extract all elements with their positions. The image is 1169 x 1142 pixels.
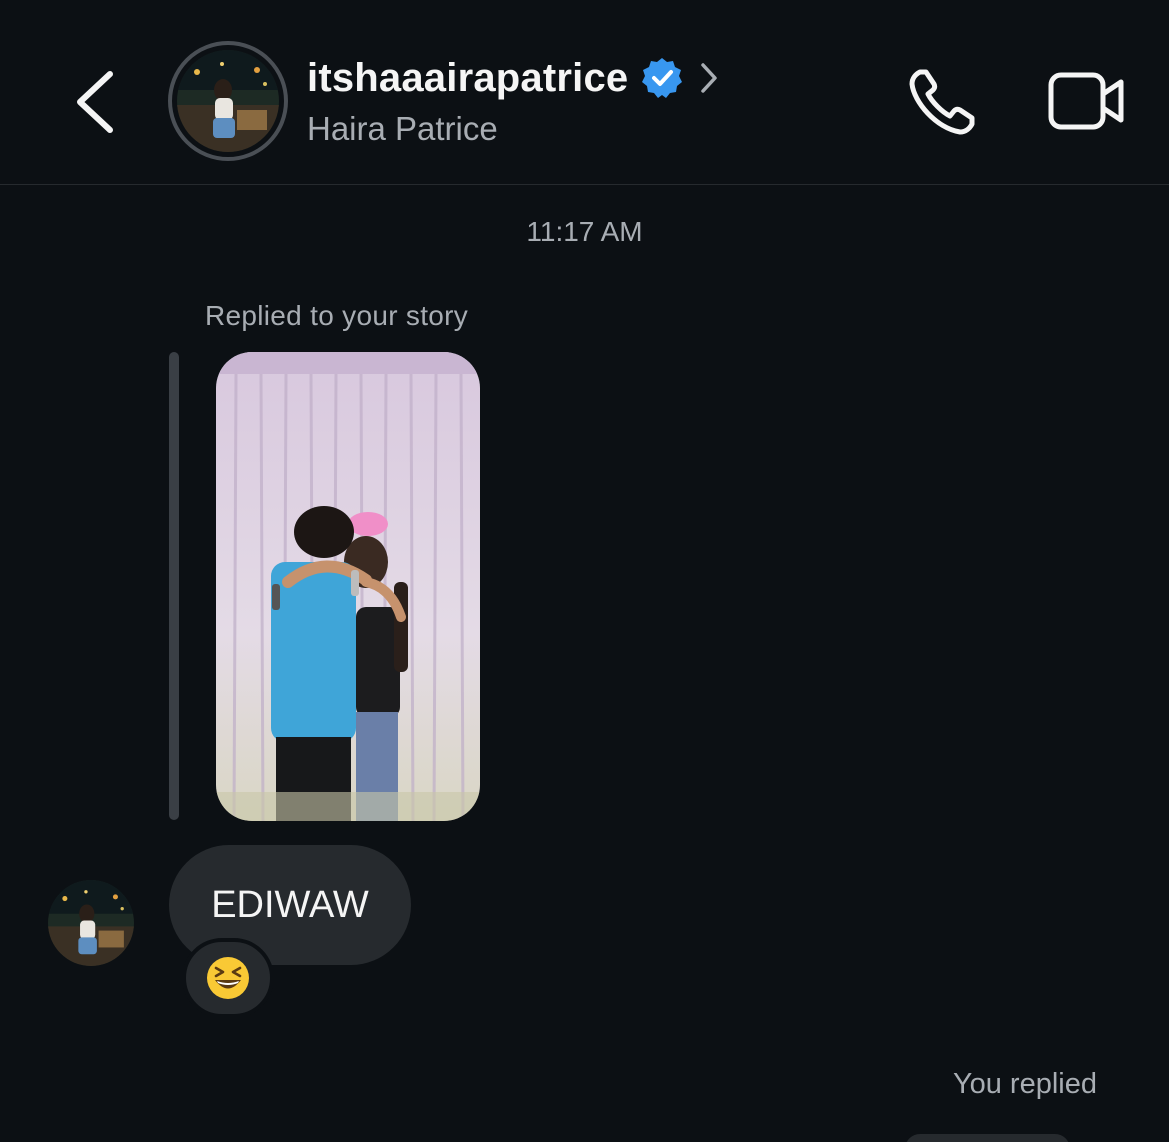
thread-header: itshaaairapatrice Haira Patrice [0,0,1169,185]
message-timestamp: 11:17 AM [526,216,643,247]
sender-avatar[interactable] [48,880,134,966]
laughing-emoji-icon [207,957,249,999]
header-avatar[interactable] [168,41,288,161]
story-reply-label: Replied to your story [205,300,469,331]
phone-icon[interactable] [906,66,978,138]
outgoing-message-preview [905,1134,1070,1142]
username: itshaaairapatrice [307,55,629,100]
reaction-badge[interactable] [182,938,274,1018]
reply-indicator-bar [169,352,179,820]
you-replied-label: You replied [952,1068,1097,1100]
profile-link[interactable]: itshaaairapatrice [307,50,720,106]
dm-thread-screen: itshaaairapatrice Haira Patrice 11:17 AM… [0,0,1169,1142]
verified-badge-icon [642,58,683,98]
story-thumbnail[interactable] [216,352,480,821]
story-image [216,352,480,821]
chevron-left-icon[interactable] [66,62,126,142]
video-camera-icon[interactable] [1046,68,1126,134]
avatar-image [48,880,134,966]
full-name: Haira Patrice [307,110,498,147]
chevron-right-icon [701,63,718,93]
avatar-image [177,50,279,152]
